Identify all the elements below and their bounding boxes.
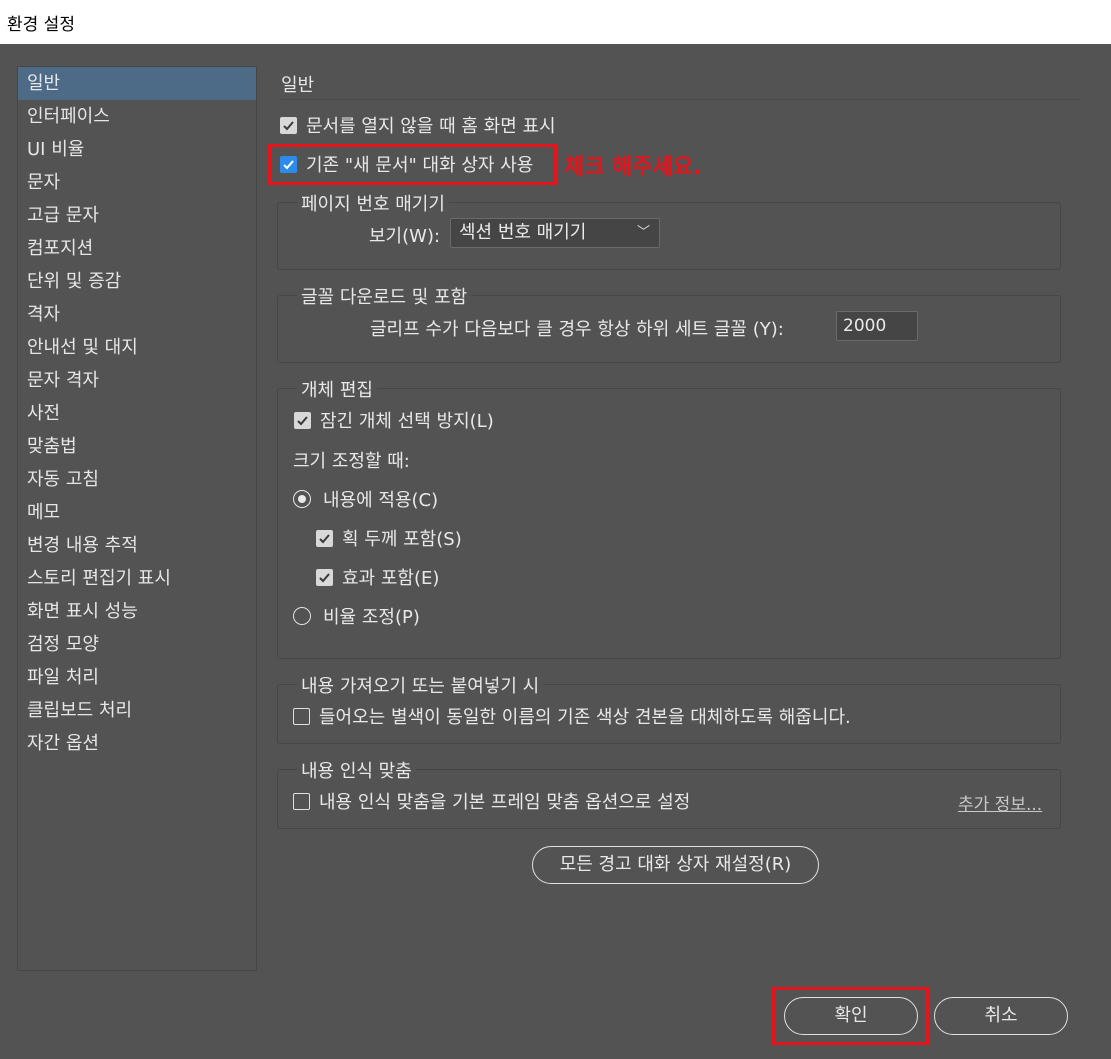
show-home-checkbox[interactable] <box>280 116 297 134</box>
annotation-text: 체크 해주세요. <box>564 155 702 180</box>
check-icon <box>283 120 294 130</box>
show-home-option[interactable]: 문서를 열지 않을 때 홈 화면 표시 <box>280 112 556 138</box>
include-effects-label: 효과 포함(E) <box>342 568 440 589</box>
sidebar-item-interface[interactable]: 인터페이스 <box>18 100 256 133</box>
sidebar-item-track-changes[interactable]: 변경 내용 추적 <box>18 529 256 562</box>
radio-dot-icon <box>298 495 306 503</box>
sidebar-item-advanced-type[interactable]: 고급 문자 <box>18 199 256 232</box>
window-title: 환경 설정 <box>7 15 75 35</box>
include-effects-checkbox[interactable] <box>316 568 333 586</box>
check-icon <box>297 415 308 425</box>
prevent-locked-checkbox[interactable] <box>294 411 311 429</box>
chevron-down-icon: ﹀ <box>636 225 650 240</box>
content-aware-default-label: 내용 인식 맞춤을 기본 프레임 맞춤 옵션으로 설정 <box>319 792 691 813</box>
view-dropdown[interactable]: 섹션 번호 매기기 ﹀ <box>450 218 660 248</box>
show-home-label: 문서를 열지 않을 때 홈 화면 표시 <box>306 116 556 137</box>
sidebar-item-spelling[interactable]: 맞춤법 <box>18 430 256 463</box>
replace-swatches-checkbox[interactable] <box>293 707 310 725</box>
view-label: 보기(W): <box>369 226 441 247</box>
apply-to-content-label: 내용에 적용(C) <box>323 490 439 511</box>
sidebar-item-dictionary[interactable]: 사전 <box>18 397 256 430</box>
page-numbering-group-label: 페이지 번호 매기기 <box>297 190 449 216</box>
include-stroke-label: 획 두께 포함(S) <box>342 529 462 550</box>
prevent-locked-label: 잠긴 개체 선택 방지(L) <box>320 411 494 432</box>
sidebar-item-appearance-of-black[interactable]: 검정 모양 <box>18 628 256 661</box>
prevent-locked-option[interactable]: 잠긴 개체 선택 방지(L) <box>294 407 494 433</box>
glyph-threshold-input[interactable]: 2000 <box>836 311 918 341</box>
sidebar-item-frame-grid[interactable]: 문자 격자 <box>18 364 256 397</box>
include-stroke-checkbox[interactable] <box>316 529 333 547</box>
include-effects-option[interactable]: 효과 포함(E) <box>316 564 439 590</box>
adjust-scale-label: 비율 조정(P) <box>323 607 420 628</box>
content-aware-group-label: 내용 인식 맞춤 <box>297 757 416 783</box>
sidebar-item-grids[interactable]: 격자 <box>18 298 256 331</box>
sidebar-item-kerning[interactable]: 자간 옵션 <box>18 727 256 760</box>
font-download-group-label: 글꼴 다운로드 및 포함 <box>297 283 472 309</box>
object-editing-group-label: 개체 편집 <box>297 376 377 402</box>
scaling-label: 크기 조정할 때: <box>293 451 410 472</box>
sidebar-item-general[interactable]: 일반 <box>18 67 256 100</box>
sidebar-item-ui-scaling[interactable]: UI 비율 <box>18 133 256 166</box>
sidebar-item-display-performance[interactable]: 화면 표시 성능 <box>18 595 256 628</box>
sidebar-item-units[interactable]: 단위 및 증감 <box>18 265 256 298</box>
apply-to-content-option[interactable]: 내용에 적용(C) <box>293 486 438 512</box>
check-icon <box>319 533 330 543</box>
check-icon <box>319 572 330 582</box>
highlight-box-checkbox <box>268 144 557 185</box>
replace-swatches-label: 들어오는 별색이 동일한 이름의 기존 색상 견본을 대체하도록 해줍니다. <box>319 707 851 728</box>
more-info-link[interactable]: 추가 정보... <box>958 790 1042 815</box>
title-bar: 환경 설정 <box>0 0 1111 44</box>
category-sidebar: 일반 인터페이스 UI 비율 문자 고급 문자 컴포지션 단위 및 증감 격자 … <box>17 66 257 971</box>
include-stroke-option[interactable]: 획 두께 포함(S) <box>316 525 462 551</box>
sidebar-item-type[interactable]: 문자 <box>18 166 256 199</box>
section-divider <box>281 99 1081 100</box>
reset-warnings-button[interactable]: 모든 경고 대화 상자 재설정(R) <box>532 846 819 884</box>
sidebar-item-story-editor[interactable]: 스토리 편집기 표시 <box>18 562 256 595</box>
section-title: 일반 <box>281 75 315 96</box>
adjust-scale-radio[interactable] <box>293 607 311 625</box>
apply-to-content-radio[interactable] <box>293 490 311 508</box>
paste-group-label: 내용 가져오기 또는 붙여넣기 시 <box>297 672 544 698</box>
sidebar-item-autocorrect[interactable]: 자동 고침 <box>18 463 256 496</box>
content-aware-default-option[interactable]: 내용 인식 맞춤을 기본 프레임 맞춤 옵션으로 설정 <box>293 788 690 814</box>
sidebar-item-guides[interactable]: 안내선 및 대지 <box>18 331 256 364</box>
adjust-scale-option[interactable]: 비율 조정(P) <box>293 603 420 629</box>
replace-swatches-option[interactable]: 들어오는 별색이 동일한 이름의 기존 색상 견본을 대체하도록 해줍니다. <box>293 703 851 729</box>
sidebar-item-composition[interactable]: 컴포지션 <box>18 232 256 265</box>
sidebar-item-file-handling[interactable]: 파일 처리 <box>18 661 256 694</box>
view-dropdown-value: 섹션 번호 매기기 <box>459 222 587 243</box>
sidebar-item-notes[interactable]: 메모 <box>18 496 256 529</box>
cancel-button[interactable]: 취소 <box>934 997 1068 1035</box>
content-aware-default-checkbox[interactable] <box>293 792 310 810</box>
highlight-box-ok <box>772 987 929 1045</box>
glyph-threshold-label: 글리프 수가 다음보다 클 경우 항상 하위 세트 글꼴 (Y): <box>370 319 784 340</box>
sidebar-item-clipboard[interactable]: 클립보드 처리 <box>18 694 256 727</box>
